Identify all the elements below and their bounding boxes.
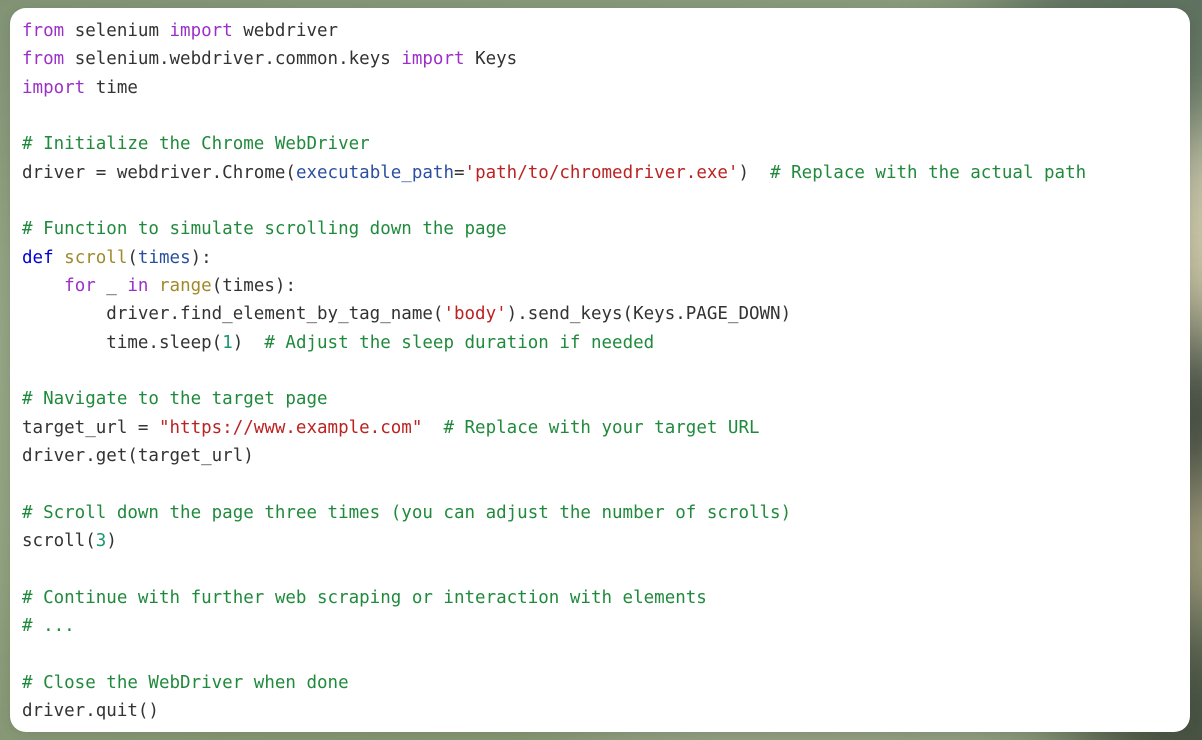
- code-line: # Function to simulate scrolling down th…: [22, 219, 507, 239]
- code-token-num: 1: [222, 332, 233, 353]
- code-line: # ...: [22, 616, 75, 636]
- code-line: def scroll(times):: [22, 248, 212, 268]
- code-token-kw: import: [401, 49, 465, 70]
- code-token-plain: driver.find_element_by_tag_name(: [22, 304, 444, 325]
- code-line: # Navigate to the target page: [22, 389, 328, 409]
- code-line: # Continue with further web scraping or …: [22, 588, 707, 608]
- code-token-plain: target_url =: [22, 417, 159, 438]
- code-token-plain: driver.quit(): [22, 701, 159, 722]
- code-token-plain: ):: [190, 247, 212, 268]
- code-line: from selenium import webdriver: [22, 21, 338, 41]
- code-token-plain: ): [106, 531, 117, 552]
- code-token-str: "https://www.example.com": [158, 417, 423, 438]
- code-token-com: # Replace with the actual path: [770, 162, 1087, 183]
- code-line: target_url = "https://www.example.com" #…: [22, 418, 760, 438]
- code-token-kw: import: [169, 21, 233, 41]
- code-token-plain: (: [127, 247, 138, 268]
- code-token-plain: (times):: [211, 276, 296, 297]
- python-code-block[interactable]: from selenium import webdriver from sele…: [22, 17, 1086, 726]
- code-token-com: # Adjust the sleep duration if needed: [264, 332, 655, 353]
- code-line: driver.get(target_url): [22, 446, 254, 466]
- code-token-com: # Replace with your target URL: [443, 417, 760, 438]
- code-line: # Scroll down the page three times (you …: [22, 503, 791, 523]
- code-token-plain: webdriver: [232, 21, 339, 41]
- code-token-kw: for: [64, 276, 96, 297]
- code-token-kw: from: [22, 49, 65, 70]
- code-token-com: # Close the WebDriver when done: [22, 672, 349, 693]
- code-token-kw: import: [22, 77, 86, 98]
- code-token-com: # Navigate to the target page: [22, 389, 328, 410]
- code-line: for _ in range(times):: [22, 276, 296, 296]
- code-token-com: # Initialize the Chrome WebDriver: [22, 134, 370, 155]
- code-line: # Initialize the Chrome WebDriver: [22, 134, 370, 154]
- code-line: # Close the WebDriver when done: [22, 673, 349, 693]
- code-token-plain: ): [232, 332, 265, 353]
- code-token-plain: ).send_keys(Keys.PAGE_DOWN): [506, 304, 792, 325]
- code-token-str: 'path/to/chromedriver.exe': [464, 162, 739, 183]
- code-line: from selenium.webdriver.common.keys impo…: [22, 49, 517, 69]
- code-token-param: executable_path: [295, 162, 454, 183]
- code-token-kw: from: [22, 21, 65, 41]
- code-token-com: # ...: [22, 616, 75, 637]
- code-line: driver = webdriver.Chrome(executable_pat…: [22, 163, 1086, 183]
- code-line: driver.quit(): [22, 701, 159, 721]
- code-token-plain: selenium.webdriver.common.keys: [64, 49, 402, 70]
- code-token-plain: time.sleep(: [22, 332, 223, 353]
- code-token-com: # Scroll down the page three times (you …: [22, 502, 792, 523]
- code-token-num: 3: [95, 531, 107, 552]
- code-line: scroll(3): [22, 531, 117, 551]
- code-token-plain: =: [453, 162, 465, 183]
- code-token-fn: range: [159, 276, 212, 297]
- code-token-plain: driver.get(target_url): [22, 446, 254, 467]
- code-line: import time: [22, 78, 138, 98]
- code-token-fn: scroll: [64, 247, 128, 268]
- code-token-str: 'body': [443, 304, 507, 325]
- code-token-plain: driver = webdriver.Chrome(: [22, 162, 296, 183]
- code-token-plain: selenium: [64, 21, 170, 41]
- code-token-plain: time: [85, 77, 138, 98]
- code-token-com: # Continue with further web scraping or …: [22, 587, 707, 608]
- code-token-plain: _: [95, 276, 128, 297]
- code-token-plain: Keys: [464, 49, 518, 70]
- code-line: time.sleep(1) # Adjust the sleep duratio…: [22, 333, 654, 353]
- code-token-plain: ): [738, 162, 771, 183]
- code-token-param: times: [137, 247, 191, 268]
- code-line: driver.find_element_by_tag_name('body').…: [22, 304, 791, 324]
- code-token-plain: scroll(: [22, 531, 96, 552]
- code-token-com: # Function to simulate scrolling down th…: [22, 219, 507, 240]
- code-token-def: def: [22, 247, 54, 268]
- code-token-kw: in: [127, 276, 149, 297]
